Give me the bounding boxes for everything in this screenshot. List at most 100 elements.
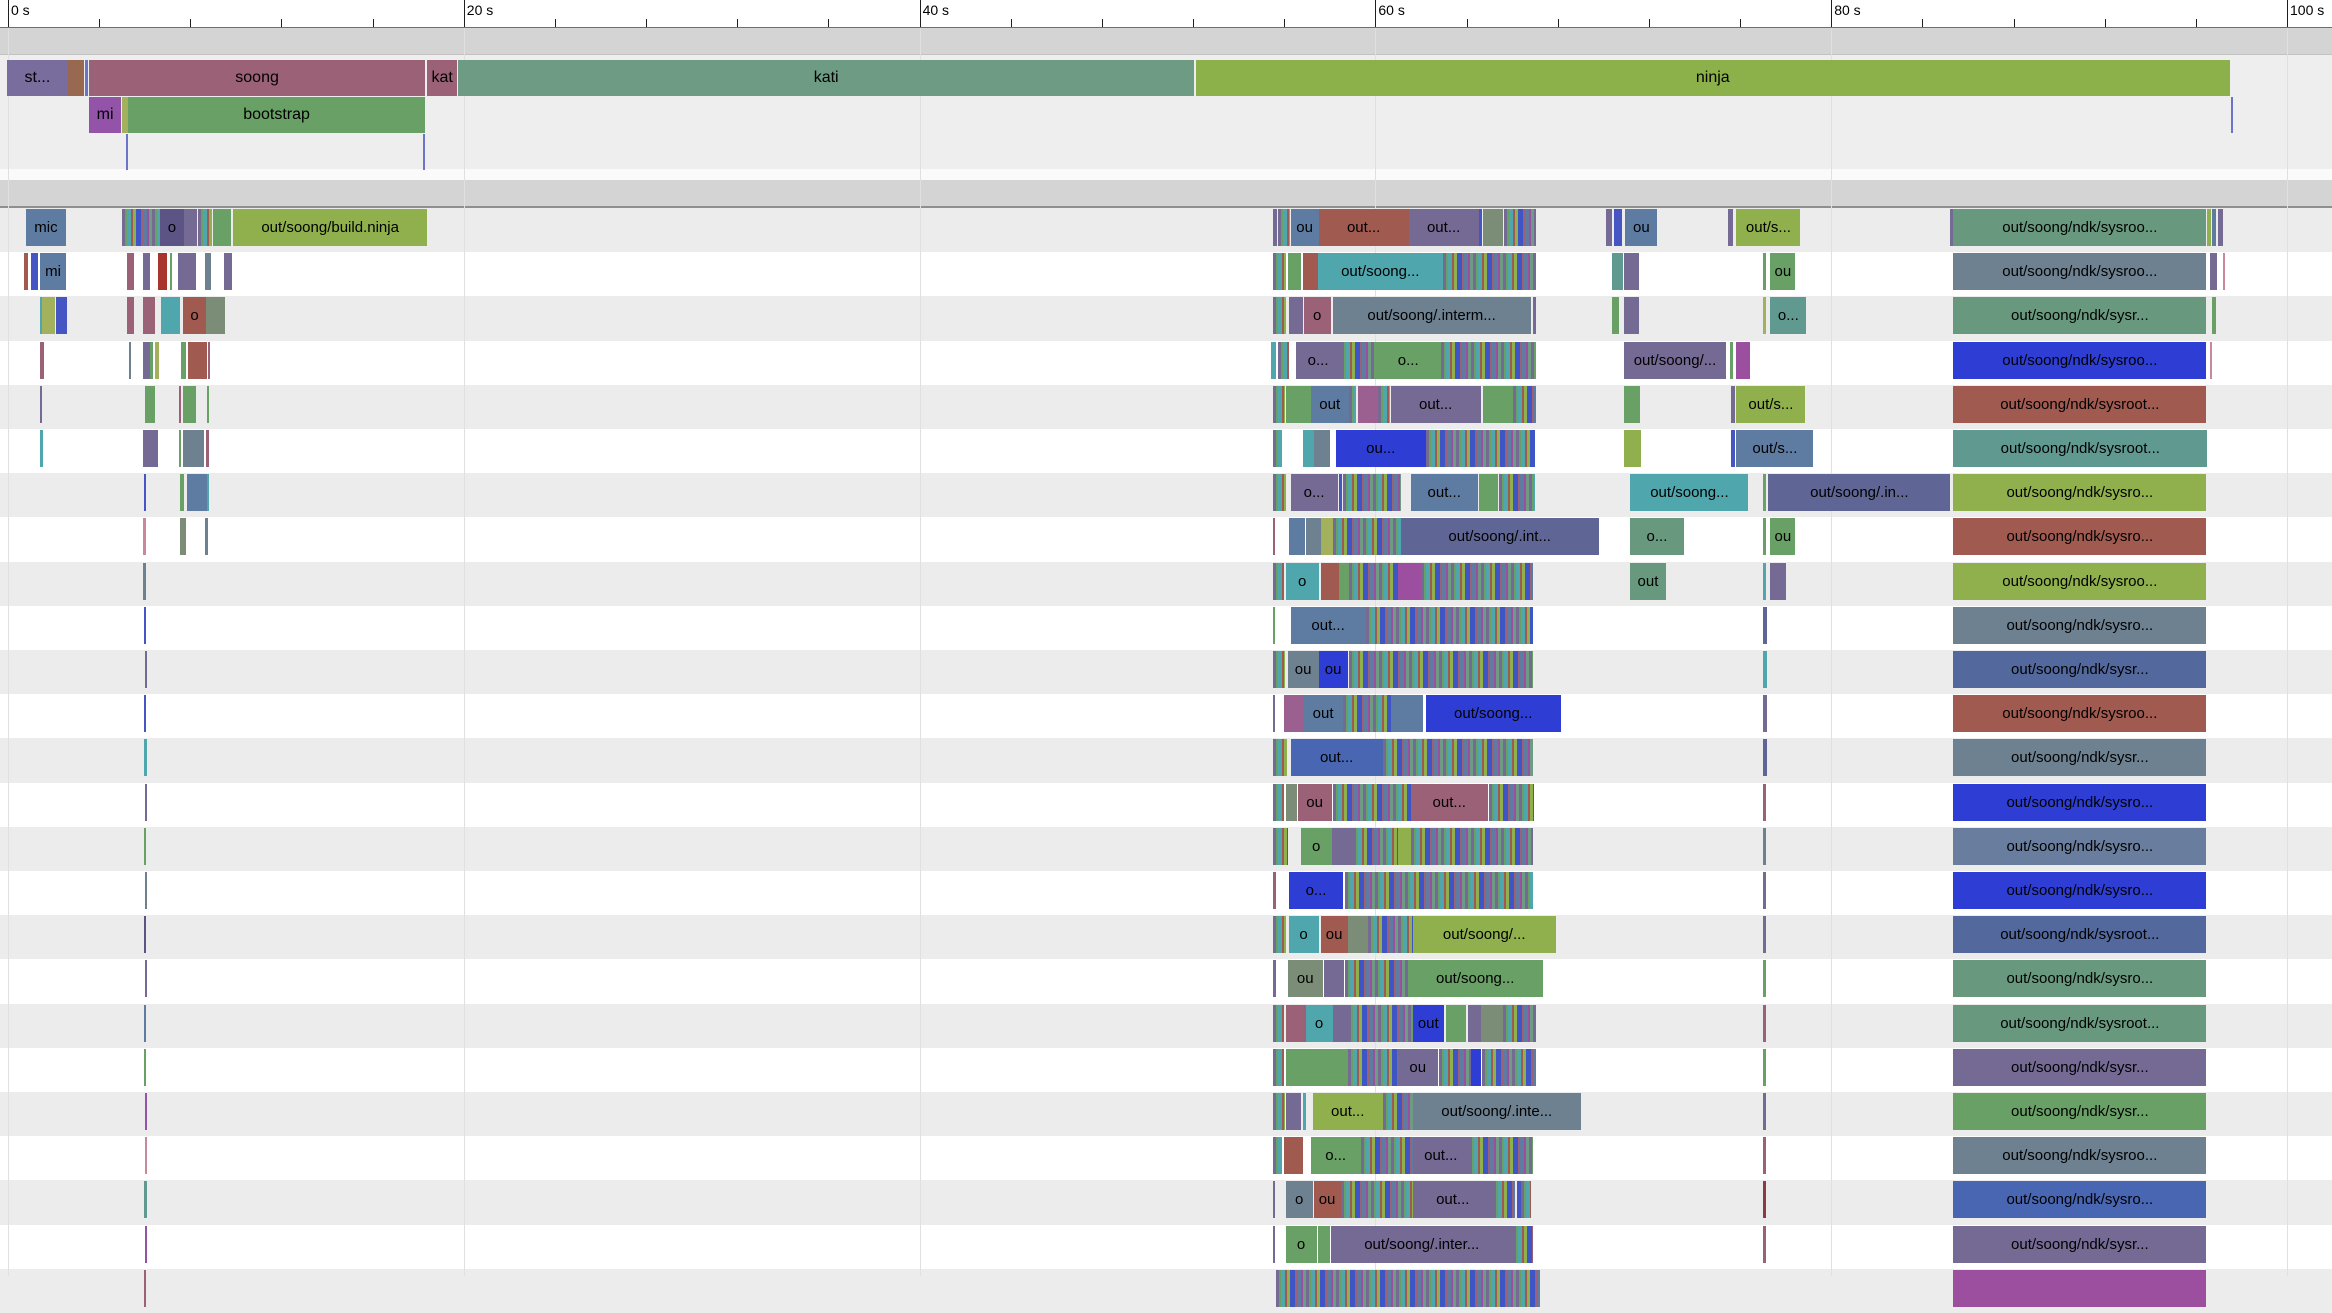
trace-slice-cluster[interactable]: [1273, 430, 1282, 467]
trace-slice[interactable]: [1612, 253, 1623, 290]
trace-slice-cluster[interactable]: [1273, 651, 1285, 688]
trace-slice[interactable]: ou: [1321, 916, 1348, 953]
trace-slice[interactable]: o...: [1630, 518, 1683, 555]
trace-slice[interactable]: [1324, 960, 1344, 997]
trace-slice[interactable]: out/soong/ndk/sysr...: [1953, 1093, 2206, 1130]
trace-slice-cluster[interactable]: [1383, 739, 1533, 776]
trace-slice[interactable]: out/soong/...: [1624, 342, 1727, 379]
trace-slice[interactable]: [1479, 474, 1498, 511]
trace-slice[interactable]: [1624, 386, 1641, 423]
trace-slice[interactable]: [1286, 784, 1297, 821]
trace-slice[interactable]: [144, 695, 146, 732]
trace-slice-cluster[interactable]: [1273, 563, 1284, 600]
trace-slice-cluster[interactable]: [1421, 563, 1533, 600]
trace-slice[interactable]: [179, 386, 181, 423]
trace-slice[interactable]: out...: [1313, 1093, 1383, 1130]
trace-slice[interactable]: [1763, 960, 1766, 997]
trace-slice-cluster[interactable]: [1361, 1137, 1413, 1174]
trace-slice[interactable]: [1731, 430, 1735, 467]
trace-slice[interactable]: o: [1286, 1181, 1313, 1218]
trace-slice[interactable]: out/soong...: [1426, 695, 1561, 732]
trace-slice[interactable]: [1286, 1049, 1348, 1086]
trace-slice[interactable]: out...: [1319, 209, 1409, 246]
trace-slice[interactable]: [1284, 1137, 1303, 1174]
trace-slice[interactable]: ou: [1770, 518, 1795, 555]
trace-slice-cluster[interactable]: [1503, 1005, 1536, 1042]
trace-slice-cluster[interactable]: [1441, 342, 1536, 379]
trace-slice[interactable]: [1286, 1005, 1306, 1042]
trace-slice[interactable]: [1770, 563, 1786, 600]
trace-slice[interactable]: ou: [1288, 651, 1319, 688]
trace-slice[interactable]: out/soong/ndk/sysro...: [1953, 474, 2206, 511]
trace-slice[interactable]: [1398, 828, 1411, 865]
trace-slice-cluster[interactable]: [1345, 960, 1408, 997]
trace-slice-cluster[interactable]: [1273, 1093, 1285, 1130]
trace-slice[interactable]: o: [1301, 828, 1332, 865]
trace-slice[interactable]: [2223, 253, 2225, 290]
trace-slice-cluster[interactable]: [1273, 828, 1288, 865]
trace-slice[interactable]: [40, 386, 42, 423]
trace-slice[interactable]: out/soong...: [1630, 474, 1748, 511]
trace-slice[interactable]: [1763, 563, 1766, 600]
trace-slice[interactable]: [1318, 1226, 1330, 1263]
trace-slice[interactable]: [1731, 386, 1735, 423]
trace-slice[interactable]: o: [1286, 1226, 1317, 1263]
trace-slice[interactable]: [179, 430, 181, 467]
trace-slice[interactable]: [42, 297, 55, 334]
trace-slice[interactable]: [1303, 430, 1314, 467]
trace-slice[interactable]: [144, 1049, 146, 1086]
trace-slice[interactable]: o...: [1296, 342, 1341, 379]
trace-slice[interactable]: [155, 342, 159, 379]
trace-slice[interactable]: [145, 1137, 147, 1174]
trace-slice[interactable]: [2210, 342, 2212, 379]
trace-slice[interactable]: [1339, 563, 1349, 600]
trace-slice-cluster[interactable]: [1439, 1049, 1471, 1086]
trace-slice[interactable]: [1624, 253, 1639, 290]
trace-slice[interactable]: [1332, 828, 1353, 865]
trace-slice[interactable]: [1468, 1005, 1481, 1042]
trace-slice[interactable]: [180, 518, 186, 555]
trace-slice[interactable]: out...: [1409, 209, 1479, 246]
trace-slice-cluster[interactable]: [1341, 1181, 1413, 1218]
trace-slice-cluster[interactable]: [1499, 474, 1535, 511]
trace-slice[interactable]: [143, 297, 155, 334]
trace-slice-cluster[interactable]: [1349, 386, 1356, 423]
trace-slice[interactable]: out...: [1413, 1137, 1469, 1174]
trace-slice[interactable]: [208, 342, 210, 379]
trace-slice[interactable]: [122, 97, 128, 133]
trace-slice[interactable]: [1763, 1137, 1766, 1174]
trace-slice-cluster[interactable]: [122, 209, 160, 246]
trace-slice-cluster[interactable]: [1273, 916, 1286, 953]
trace-slice[interactable]: out/soong/ndk/sysr...: [1953, 297, 2206, 334]
trace-slice[interactable]: [1271, 342, 1277, 379]
trace-slice[interactable]: [205, 518, 208, 555]
trace-slice[interactable]: [143, 342, 150, 379]
trace-slice[interactable]: ou: [1288, 960, 1323, 997]
trace-slice[interactable]: out...: [1291, 739, 1383, 776]
trace-slice-cluster[interactable]: [1349, 651, 1533, 688]
trace-slice[interactable]: out/soong/ndk/sysroo...: [1953, 342, 2206, 379]
trace-slice[interactable]: [1763, 297, 1766, 334]
trace-slice[interactable]: ou...: [1336, 430, 1426, 467]
trace-slice[interactable]: [145, 872, 147, 909]
trace-slice[interactable]: o...: [1376, 342, 1441, 379]
trace-slice[interactable]: [1284, 695, 1304, 732]
trace-slice[interactable]: mi: [40, 253, 66, 290]
trace-slice[interactable]: out...: [1411, 474, 1478, 511]
time-ruler[interactable]: 0 s20 s40 s60 s80 s100 s: [0, 0, 2332, 28]
trace-slice[interactable]: [1533, 297, 1536, 334]
trace-slice-cluster[interactable]: [1333, 784, 1411, 821]
trace-slice-cluster[interactable]: [1383, 1093, 1413, 1130]
trace-slice[interactable]: out/soong/ndk/sysroo...: [1953, 695, 2206, 732]
trace-slice-cluster[interactable]: [1489, 784, 1535, 821]
trace-slice[interactable]: [206, 297, 225, 334]
trace-slice[interactable]: o: [1304, 297, 1331, 334]
trace-slice[interactable]: [1763, 916, 1766, 953]
trace-slice[interactable]: [127, 253, 134, 290]
trace-slice[interactable]: [1303, 253, 1318, 290]
trace-slice[interactable]: [1286, 386, 1311, 423]
trace-slice[interactable]: ou: [1314, 1181, 1341, 1218]
trace-slice[interactable]: [144, 607, 146, 644]
trace-slice[interactable]: [1286, 1093, 1301, 1130]
trace-slice[interactable]: out/soong/.interm...: [1333, 297, 1531, 334]
